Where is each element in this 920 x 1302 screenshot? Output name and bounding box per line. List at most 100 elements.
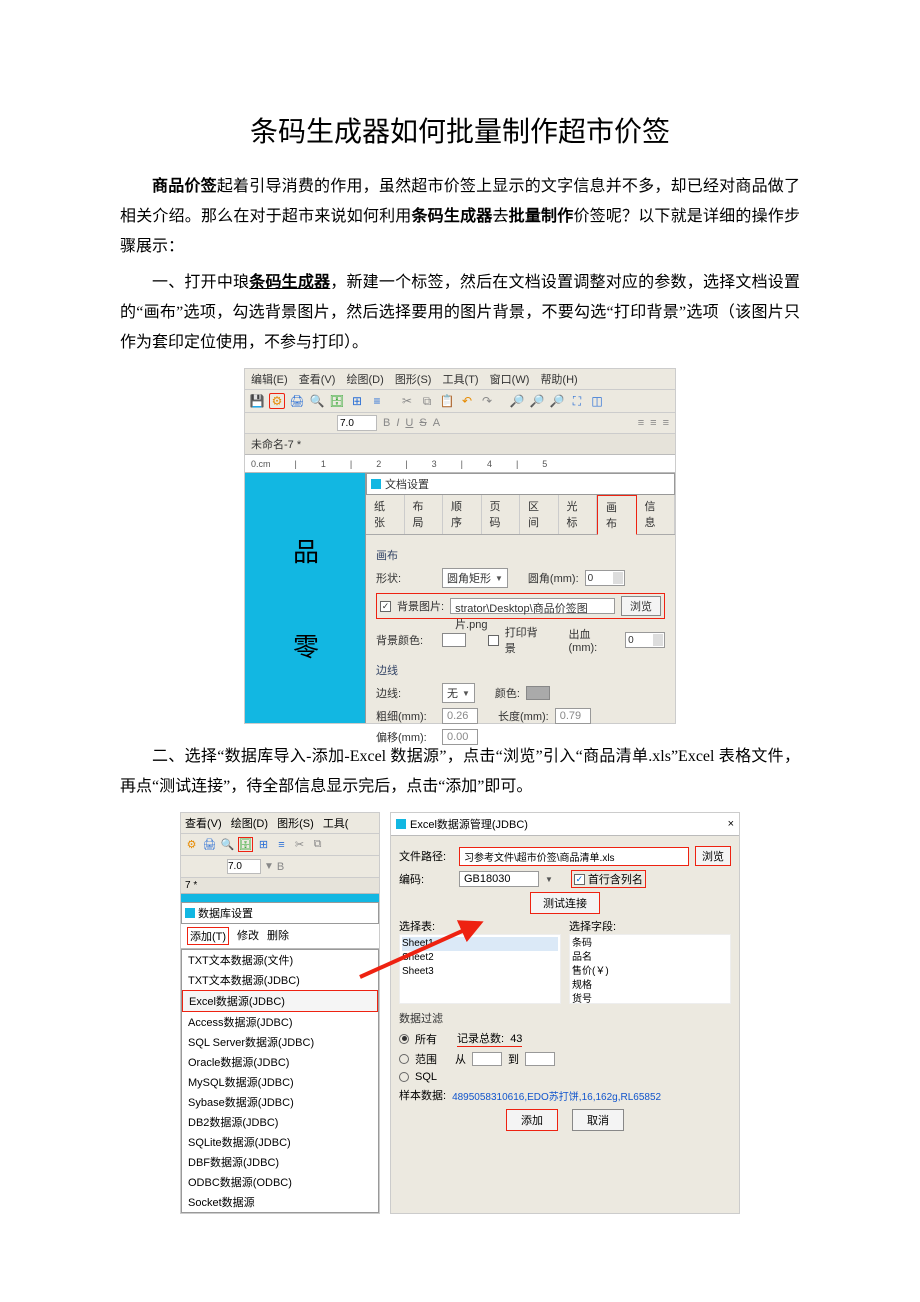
datasource-item[interactable]: MySQL数据源(JDBC) [182,1072,378,1092]
from-spinner[interactable] [472,1052,502,1066]
editor-tab[interactable]: 7 * [181,878,379,894]
close-icon[interactable]: × [728,818,734,830]
list-item[interactable]: 品名 [572,951,728,965]
datasource-item[interactable]: TXT文本数据源(JDBC) [182,970,378,990]
database-icon[interactable]: 🗄 [238,837,253,852]
list-item[interactable]: Sheet1 [402,937,558,951]
to-spinner[interactable] [525,1052,555,1066]
tab-canvas[interactable]: 画布 [597,495,637,535]
font-size-input[interactable] [337,415,377,431]
list-item[interactable]: 售价(￥) [572,965,728,979]
offset-input[interactable]: 0.00 [442,729,478,745]
print-icon[interactable]: 🖨 [202,837,217,852]
datasource-item[interactable]: Sybase数据源(JDBC) [182,1092,378,1112]
corner-spinner[interactable]: 0 [585,570,625,586]
browse-button[interactable]: 浏览 [695,846,731,866]
zoom-in-icon[interactable]: 🔎 [509,393,525,409]
datasource-item[interactable]: Socket数据源 [182,1192,378,1212]
encoding-select[interactable]: GB18030 [459,871,539,887]
table-listbox[interactable]: Sheet1 Sheet2 Sheet3 [399,934,561,1004]
datasource-item[interactable]: ODBC数据源(ODBC) [182,1172,378,1192]
field-listbox[interactable]: 条码 品名 售价(￥) 规格 货号 [569,934,731,1004]
lines-icon[interactable]: ≡ [369,393,385,409]
list-item[interactable]: 规格 [572,979,728,993]
bg-image-path[interactable]: strator\Desktop\商品价签图片.png [450,598,615,614]
tab-info[interactable]: 信息 [637,495,676,534]
cut-icon[interactable]: ✂ [399,393,415,409]
list-item[interactable]: Sheet3 [402,965,558,979]
cancel-button[interactable]: 取消 [572,1109,624,1131]
strike-icon[interactable]: S [419,417,426,429]
database-icon[interactable]: 🗄 [329,393,345,409]
copy-icon[interactable]: ⧉ [419,393,435,409]
italic-icon[interactable]: I [396,417,399,429]
bleed-spinner[interactable]: 0 [625,632,665,648]
datasource-item[interactable]: DBF数据源(JDBC) [182,1152,378,1172]
list-item[interactable]: Sheet2 [402,951,558,965]
db-edit-button[interactable]: 修改 [237,927,259,945]
tab-page[interactable]: 页码 [482,495,521,534]
menu-window[interactable]: 窗口(W) [490,374,530,386]
datasource-item[interactable]: TXT文本数据源(文件) [182,950,378,970]
tab-order[interactable]: 顺序 [443,495,482,534]
font-size-input[interactable] [227,859,261,874]
align-center-icon[interactable]: ≡ [650,417,656,429]
print-bg-checkbox[interactable] [488,635,499,646]
datasource-item[interactable]: Access数据源(JDBC) [182,1012,378,1032]
shape-select[interactable]: 圆角矩形▼ [442,568,508,588]
datasource-item[interactable]: SQLite数据源(JDBC) [182,1132,378,1152]
add-button[interactable]: 添加 [506,1109,558,1131]
menu-draw[interactable]: 绘图(D) [346,374,383,386]
fullscreen-icon[interactable]: ⛶ [569,393,585,409]
thickness-input[interactable]: 0.26 [442,708,478,724]
datasource-item[interactable]: DB2数据源(JDBC) [182,1112,378,1132]
db-settings-titlebar[interactable]: 数据库设置 [181,902,379,924]
print-icon[interactable]: 🖨 [289,393,305,409]
radio-sql[interactable] [399,1072,409,1082]
border-color-swatch[interactable] [526,686,550,700]
menu-help[interactable]: 帮助(H) [540,374,577,386]
border-select[interactable]: 无▼ [442,683,475,703]
preview-icon[interactable]: 🔍 [309,393,325,409]
dialog-titlebar[interactable]: Excel数据源管理(JDBC) × [391,813,739,836]
tab-range[interactable]: 区间 [520,495,559,534]
grid-icon[interactable]: ⊞ [349,393,365,409]
length-input[interactable]: 0.79 [555,708,591,724]
menu-edit[interactable]: 编辑(E) [251,374,288,386]
zoom-out-icon[interactable]: 🔎 [529,393,545,409]
lines-icon[interactable]: ≡ [274,837,289,852]
datasource-item[interactable]: Oracle数据源(JDBC) [182,1052,378,1072]
redo-icon[interactable]: ↷ [479,393,495,409]
radio-range[interactable] [399,1054,409,1064]
paste-icon[interactable]: 📋 [439,393,455,409]
first-row-checkbox[interactable]: ✓ [574,874,585,885]
menu-shape[interactable]: 图形(S) [277,818,314,830]
zoom-fit-icon[interactable]: 🔎 [549,393,565,409]
crop-icon[interactable]: ◫ [589,393,605,409]
menu-view[interactable]: 查看(V) [299,374,336,386]
menu-shape[interactable]: 图形(S) [395,374,432,386]
underline-icon[interactable]: U [405,417,413,429]
editor-tab[interactable]: 未命名-7 * [245,434,675,455]
align-left-icon[interactable]: ≡ [638,417,644,429]
grid-icon[interactable]: ⊞ [256,837,271,852]
datasource-item-excel[interactable]: Excel数据源(JDBC) [182,990,378,1012]
bg-color-swatch[interactable] [442,633,466,647]
undo-icon[interactable]: ↶ [459,393,475,409]
db-add-button[interactable]: 添加(T) [187,927,229,945]
list-item[interactable]: 货号 [572,993,728,1004]
bg-image-checkbox[interactable]: ✓ [380,601,391,612]
cut-icon[interactable]: ✂ [292,837,307,852]
dialog-titlebar[interactable]: 文档设置 [366,473,675,495]
menu-tool[interactable]: 工具( [323,818,349,830]
db-delete-button[interactable]: 删除 [267,927,289,945]
tab-cursor[interactable]: 光标 [559,495,598,534]
datasource-item[interactable]: SQL Server数据源(JDBC) [182,1032,378,1052]
path-input[interactable]: 习参考文件\超市价签\商品清单.xls [459,847,689,866]
bold-icon[interactable]: B [383,417,390,429]
test-connect-button[interactable]: 测试连接 [530,892,600,914]
doc-icon[interactable]: ⚙ [184,837,199,852]
menu-tool[interactable]: 工具(T) [443,374,479,386]
copy-icon[interactable]: ⧉ [310,837,325,852]
tab-layout[interactable]: 布局 [405,495,444,534]
